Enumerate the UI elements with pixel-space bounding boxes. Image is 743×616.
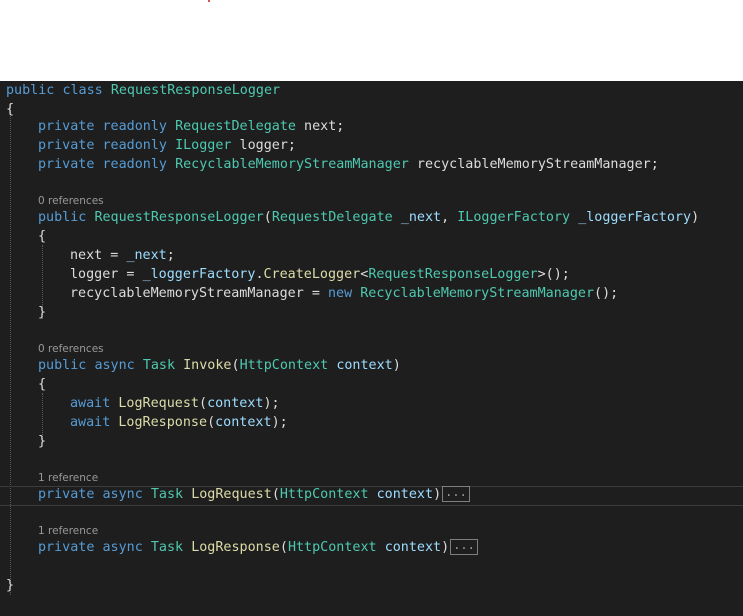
keyword-readonly: readonly [102, 119, 168, 134]
param-name: _loggerFactory [578, 210, 692, 225]
keyword-await: await [70, 415, 111, 430]
field-next[interactable]: private readonly RequestDelegate next; [38, 117, 344, 136]
log-response-declaration[interactable]: private async Task LogResponse(HttpConte… [38, 538, 478, 557]
field-stream-manager[interactable]: private readonly RecyclableMemoryStreamM… [38, 155, 659, 174]
class-brace-open: { [6, 102, 15, 117]
param-type: HttpContext [239, 358, 329, 373]
new-type: RecyclableMemoryStreamManager [360, 286, 595, 301]
keyword-private: private [38, 487, 95, 502]
assign-target: next = [70, 248, 127, 263]
log-request-declaration[interactable]: private async Task LogRequest(HttpContex… [38, 485, 470, 504]
semicolon: ; [166, 248, 175, 263]
argument: context [215, 415, 272, 430]
invoke-await-log-request[interactable]: await LogRequest(context); [70, 394, 280, 413]
collapsed-region-indicator[interactable]: ... [442, 486, 470, 502]
invoke-brace-open: { [38, 377, 47, 392]
keyword-private: private [38, 540, 95, 555]
code-editor[interactable]: public class RequestResponseLogger { pri… [0, 81, 743, 616]
keyword-private: private [38, 138, 95, 153]
keyword-public: public [38, 358, 87, 373]
indent-guide-class [10, 103, 11, 595]
codelens-ctor-references[interactable]: 0 references [38, 194, 104, 208]
collapsed-region-indicator[interactable]: ... [450, 539, 478, 555]
invoke-await-log-response[interactable]: await LogResponse(context); [70, 413, 288, 432]
field-name: logger; [231, 138, 296, 153]
call-end: >(); [537, 267, 570, 282]
field-type: RecyclableMemoryStreamManager [175, 157, 409, 172]
method-name: LogResponse [191, 540, 280, 555]
return-type: Task [150, 540, 184, 555]
keyword-await: await [70, 396, 111, 411]
keyword-async: async [102, 487, 143, 502]
keyword-public: public [6, 83, 55, 98]
keyword-public: public [38, 210, 87, 225]
ctor-statement-stream-manager[interactable]: recyclableMemoryStreamManager = new Recy… [70, 284, 618, 303]
field-type: ILogger [175, 138, 232, 153]
keyword-readonly: readonly [102, 138, 168, 153]
constructor-declaration[interactable]: public RequestResponseLogger(RequestDele… [38, 208, 699, 227]
keyword-async: async [102, 540, 143, 555]
method-name: Invoke [183, 358, 232, 373]
param-name: _next [400, 210, 442, 225]
param-name: context [384, 540, 442, 555]
ctor-brace-close: } [38, 305, 47, 320]
class-name: RequestResponseLogger [110, 83, 281, 98]
field-name: next; [296, 119, 345, 134]
dot: . [255, 267, 264, 282]
ctor-statement-next[interactable]: next = _next; [70, 246, 175, 265]
assign-target: logger = [70, 267, 143, 282]
method-call: CreateLogger [263, 267, 361, 282]
keyword-new: new [327, 286, 353, 301]
field-type: RequestDelegate [175, 119, 296, 134]
return-type: Task [142, 358, 176, 373]
assign-value: _next [126, 248, 167, 263]
assign-target: recyclableMemoryStreamManager = [70, 286, 328, 301]
red-mark [208, 0, 210, 2]
codelens-invoke-references[interactable]: 0 references [38, 342, 104, 356]
keyword-class: class [62, 83, 103, 98]
argument: context [207, 396, 264, 411]
param-type: RequestDelegate [271, 210, 393, 225]
field-name: recyclableMemoryStreamManager; [408, 157, 659, 172]
class-brace-close: } [6, 578, 15, 593]
param-type: HttpContext [287, 540, 377, 555]
param-type: HttpContext [279, 487, 369, 502]
generic-type: RequestResponseLogger [368, 267, 538, 282]
codelens-log-response-references[interactable]: 1 reference [38, 524, 98, 538]
class-declaration[interactable]: public class RequestResponseLogger [6, 81, 280, 100]
keyword-readonly: readonly [102, 157, 168, 172]
call-end: (); [594, 286, 619, 301]
method-name: LogRequest [191, 487, 272, 502]
invoke-brace-close: } [38, 434, 47, 449]
field-logger[interactable]: private readonly ILogger logger; [38, 136, 296, 155]
constructor-name: RequestResponseLogger [94, 210, 264, 225]
keyword-async: async [94, 358, 135, 373]
invoke-declaration[interactable]: public async Task Invoke(HttpContext con… [38, 356, 401, 375]
top-margin [0, 0, 743, 81]
param-name: context [376, 487, 434, 502]
param-type: ILoggerFactory [457, 210, 571, 225]
param-name: context [336, 358, 393, 373]
codelens-log-request-references[interactable]: 1 reference [38, 471, 98, 485]
ctor-brace-open: { [38, 229, 47, 244]
method-call: LogResponse [118, 415, 208, 430]
ctor-statement-logger[interactable]: logger = _loggerFactory.CreateLogger<Req… [70, 265, 570, 284]
keyword-private: private [38, 157, 95, 172]
factory-var: _loggerFactory [142, 267, 256, 282]
return-type: Task [150, 487, 184, 502]
keyword-private: private [38, 119, 95, 134]
method-call: LogRequest [118, 396, 199, 411]
